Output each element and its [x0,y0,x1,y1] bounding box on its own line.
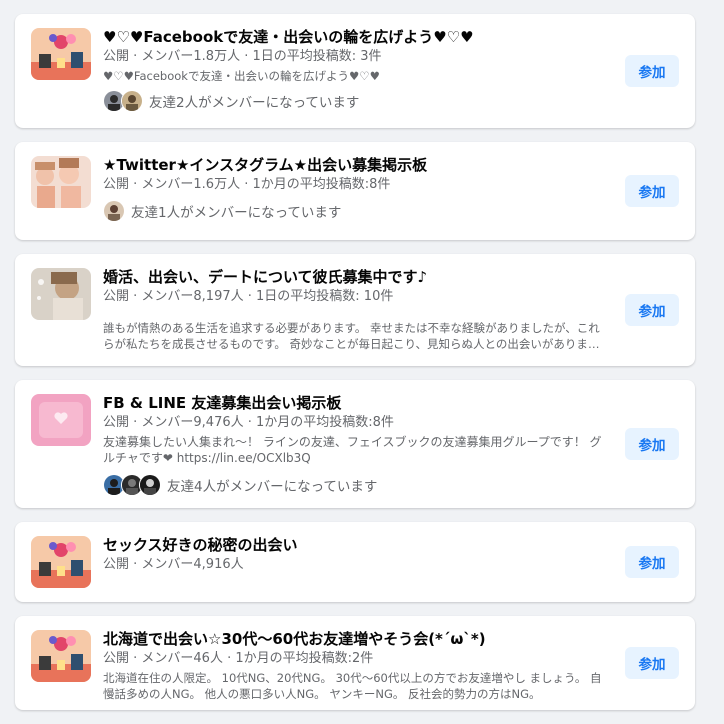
group-image [31,394,91,446]
group-image [31,630,91,682]
group-thumbnail[interactable] [31,394,91,446]
group-card[interactable]: セックス好きの秘密の出会い 公開 · メンバー4,916人 参加 [15,522,695,602]
group-meta: 公開 · メンバー46人 · 1か月の平均投稿数:2件 [103,651,374,666]
friend-avatar[interactable] [103,200,125,222]
join-button[interactable]: 参加 [625,546,679,578]
friends-text: 友達2人がメンバーになっています [149,95,360,111]
friends-text: 友達1人がメンバーになっています [131,205,342,221]
group-title[interactable]: ★Twitter★インスタグラム★出会い募集掲示板 [103,155,603,175]
group-thumbnail[interactable] [31,28,91,80]
group-meta: 公開 · メンバー4,916人 [103,557,244,572]
group-description: 誰もが情熱のある生活を追求する必要があります。 幸せまたは不幸な経験がありました… [103,321,600,351]
group-meta: 公開 · メンバー1.6万人 · 1か月の平均投稿数:8件 [103,177,391,192]
group-thumbnail[interactable] [31,630,91,682]
join-button[interactable]: 参加 [625,647,679,679]
join-button[interactable]: 参加 [625,175,679,207]
group-card[interactable]: 婚活、出会い、デートについて彼氏募集中です♪ 公開 · メンバー8,197人 ·… [15,254,695,366]
friend-avatars [103,474,161,496]
group-title[interactable]: ♥♡♥Facebookで友達・出会いの輪を広げよう♥♡♥ [103,27,603,47]
group-card[interactable]: ♥♡♥Facebookで友達・出会いの輪を広げよう♥♡♥ 公開 · メンバー1.… [15,14,695,128]
group-image [31,268,91,320]
group-title[interactable]: 婚活、出会い、デートについて彼氏募集中です♪ [103,267,603,287]
group-title[interactable]: FB & LINE 友達募集出会い掲示板 [103,393,603,413]
group-title[interactable]: 北海道で出会い☆30代〜60代お友達増やそう会(*´ω`*) [103,629,603,649]
group-description: ♥♡♥Facebookで友達・出会いの輪を広げよう♥♡♥ [103,69,380,83]
group-meta: 公開 · メンバー9,476人 · 1か月の平均投稿数:8件 [103,415,394,430]
group-thumbnail[interactable] [31,536,91,588]
group-card[interactable]: 北海道で出会い☆30代〜60代お友達増やそう会(*´ω`*) 公開 · メンバー… [15,616,695,710]
group-meta: 公開 · メンバー8,197人 · 1日の平均投稿数: 10件 [103,289,394,304]
group-image [31,28,91,80]
group-card[interactable]: FB & LINE 友達募集出会い掲示板 公開 · メンバー9,476人 · 1… [15,380,695,508]
join-button[interactable]: 参加 [625,294,679,326]
group-card[interactable]: ★Twitter★インスタグラム★出会い募集掲示板 公開 · メンバー1.6万人… [15,142,695,240]
group-description: 北海道在住の人限定。 10代NG、20代NG。 30代〜60代以上の方でお友達増… [103,671,602,701]
friends-text: 友達4人がメンバーになっています [167,479,378,495]
group-image [31,156,91,208]
friends-members: 友達1人がメンバーになっています [103,200,603,222]
group-thumbnail[interactable] [31,156,91,208]
group-title[interactable]: セックス好きの秘密の出会い [103,535,603,555]
join-button[interactable]: 参加 [625,55,679,87]
friends-members: 友達4人がメンバーになっています [103,474,603,496]
friend-avatar[interactable] [121,90,143,112]
friend-avatars [103,90,143,112]
group-meta: 公開 · メンバー1.8万人 · 1日の平均投稿数: 3件 [103,49,382,64]
group-description: 友達募集したい人集まれ〜！ ラインの友達、フェイスブックの友達募集用グループです… [103,435,602,465]
friend-avatars [103,200,125,222]
friend-avatar[interactable] [139,474,161,496]
group-image [31,536,91,588]
join-button[interactable]: 参加 [625,428,679,460]
group-thumbnail[interactable] [31,268,91,320]
friends-members: 友達2人がメンバーになっています [103,90,603,112]
